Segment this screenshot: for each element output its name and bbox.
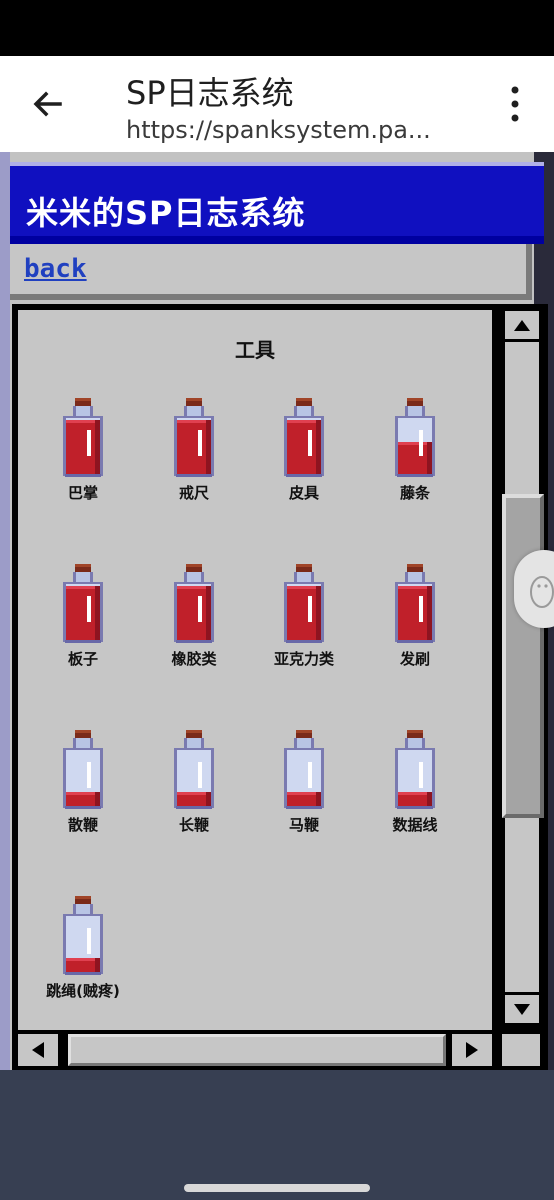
tool-item[interactable]: 巴掌 <box>28 398 138 503</box>
tool-label: 亚克力类 <box>273 650 334 668</box>
scroll-up-icon <box>514 320 530 331</box>
tool-item[interactable]: 皮具 <box>249 398 359 503</box>
penguin-icon <box>530 576 554 608</box>
tool-label: 发刷 <box>399 650 430 668</box>
red-potion-icon <box>63 398 103 477</box>
red-potion-icon <box>395 564 435 643</box>
tool-item[interactable]: 数据线 <box>360 730 470 835</box>
scroll-up-button[interactable] <box>502 308 542 342</box>
tool-label: 马鞭 <box>288 816 319 834</box>
more-vert-icon[interactable] <box>500 84 530 124</box>
red-potion-icon <box>284 564 324 643</box>
scroll-right-button[interactable] <box>452 1034 492 1066</box>
scroll-left-button[interactable] <box>18 1034 58 1066</box>
tool-item[interactable]: 橡胶类 <box>139 564 249 669</box>
scroll-corner-inner <box>502 1034 540 1066</box>
scroll-left-icon <box>32 1042 44 1058</box>
arrow-left-icon[interactable] <box>28 84 68 124</box>
scroll-track-lower[interactable] <box>502 818 542 992</box>
horizontal-scrollbar[interactable] <box>12 1030 498 1070</box>
tool-item[interactable]: 发刷 <box>360 564 470 669</box>
site-title: 米米的SP日志系统 <box>26 194 306 232</box>
tool-label: 数据线 <box>392 816 438 834</box>
tool-item[interactable]: 散鞭 <box>28 730 138 835</box>
tool-label: 皮具 <box>288 484 319 502</box>
tool-item[interactable]: 戒尺 <box>139 398 249 503</box>
status-bar <box>0 0 554 56</box>
page-frame <box>0 152 10 1070</box>
red-potion-icon <box>174 564 214 643</box>
tool-item[interactable]: 马鞭 <box>249 730 359 835</box>
scroll-down-icon <box>514 1004 530 1015</box>
tool-label: 巴掌 <box>67 484 98 502</box>
tool-label: 橡胶类 <box>171 650 217 668</box>
tool-label: 散鞭 <box>67 816 98 834</box>
horizontal-scroll-thumb[interactable] <box>68 1034 446 1066</box>
low-potion-icon <box>63 730 103 809</box>
tool-label: 藤条 <box>399 484 430 502</box>
tool-label: 跳绳(贼疼) <box>46 982 120 1000</box>
scroll-right-icon <box>466 1042 478 1058</box>
low-potion-icon <box>395 730 435 809</box>
browser-url[interactable]: https://spanksystem.pa... <box>126 116 466 144</box>
nav-row: back <box>10 244 532 300</box>
tool-label: 板子 <box>67 650 98 668</box>
tool-item[interactable]: 板子 <box>28 564 138 669</box>
tool-label: 戒尺 <box>178 484 209 502</box>
scroll-thumb[interactable] <box>502 494 544 818</box>
low-potion-icon <box>284 730 324 809</box>
floating-assistant-bubble[interactable] <box>514 550 554 628</box>
gesture-bar[interactable] <box>184 1184 370 1192</box>
scroll-track-upper[interactable] <box>502 342 542 494</box>
red-potion-icon <box>174 398 214 477</box>
content-window: 工具 巴掌 戒尺 皮具 藤条板子 橡胶类 亚克力类 发刷散鞭 长鞭 马鞭 数据线跳绳(贼疼) <box>12 304 498 1030</box>
half-potion-icon <box>395 398 435 477</box>
browser-toolbar: SP日志系统 https://spanksystem.pa... <box>0 56 554 152</box>
tool-item[interactable]: 跳绳(贼疼) <box>28 896 138 1001</box>
back-link[interactable]: back <box>24 254 87 284</box>
tool-item[interactable]: 藤条 <box>360 398 470 503</box>
red-potion-icon <box>284 398 324 477</box>
tools-grid: 工具 巴掌 戒尺 皮具 藤条板子 橡胶类 亚克力类 发刷散鞭 长鞭 马鞭 数据线跳绳(贼疼) <box>18 310 492 1030</box>
browser-page-title: SP日志系统 <box>126 74 294 112</box>
site-header: 米米的SP日志系统 <box>10 162 544 244</box>
tool-item[interactable]: 亚克力类 <box>249 564 359 669</box>
low-potion-icon <box>63 896 103 975</box>
low-potion-icon <box>174 730 214 809</box>
red-potion-icon <box>63 564 103 643</box>
vertical-scrollbar[interactable] <box>498 304 548 1030</box>
section-title: 工具 <box>235 338 275 362</box>
web-page: 米米的SP日志系统 back 工具 巴掌 戒尺 皮具 藤条板子 橡胶类 亚克力类 发刷散鞭 长… <box>0 152 554 1070</box>
bottom-area <box>0 1070 554 1200</box>
scroll-corner <box>498 1030 548 1070</box>
tool-item[interactable]: 长鞭 <box>139 730 249 835</box>
scroll-down-button[interactable] <box>502 992 542 1026</box>
tool-label: 长鞭 <box>178 816 209 834</box>
